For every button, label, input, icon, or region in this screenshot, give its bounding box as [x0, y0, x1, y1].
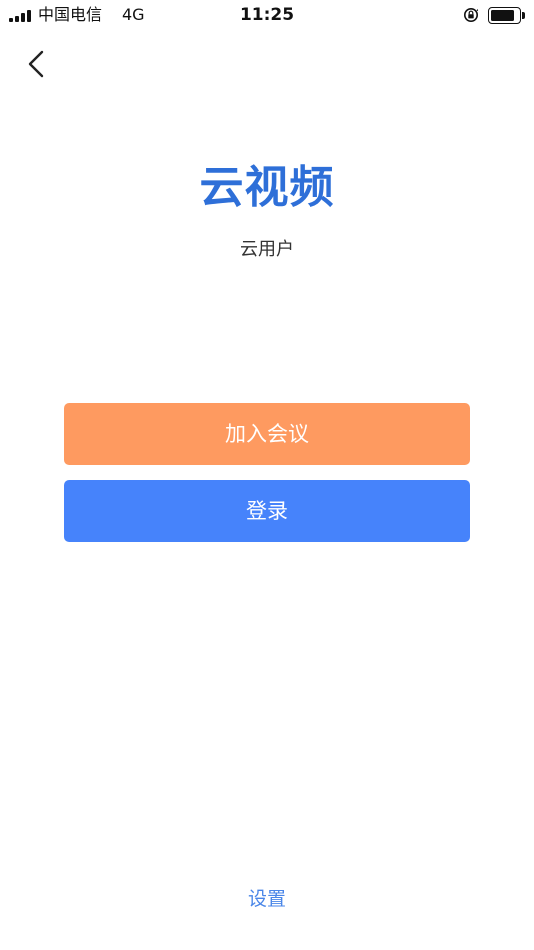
join-meeting-button[interactable]: 加入会议 — [64, 403, 470, 465]
app-title: 云视频 — [199, 162, 335, 213]
battery-icon — [488, 7, 525, 24]
user-label: 云用户 — [240, 239, 294, 260]
orientation-lock-icon — [463, 7, 479, 23]
screen: 中国电信 4G 11:25 云视频 云用户 加入会议 登录 设置 — [0, 0, 534, 950]
status-bar: 中国电信 4G 11:25 — [0, 0, 534, 32]
login-button[interactable]: 登录 — [64, 480, 470, 542]
chevron-left-icon — [28, 50, 44, 78]
settings-link[interactable]: 设置 — [0, 887, 534, 911]
status-time: 11:25 — [239, 5, 295, 25]
battery-level-fill — [491, 10, 514, 21]
back-button[interactable] — [18, 46, 54, 82]
